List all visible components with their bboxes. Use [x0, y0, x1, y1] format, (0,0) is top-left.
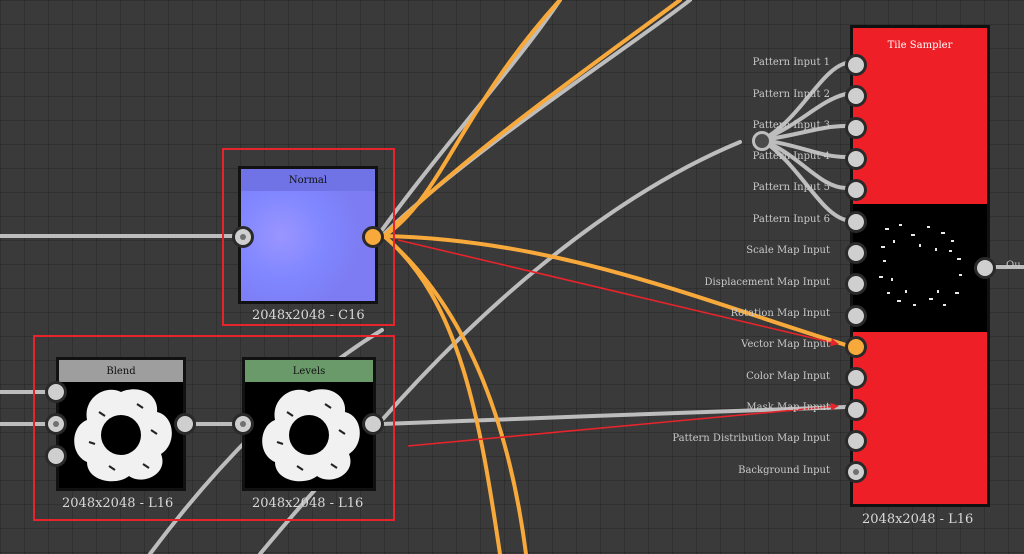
- wire-junction-dot[interactable]: [752, 131, 772, 151]
- pattern-preview: [262, 389, 360, 482]
- input-port-color-map[interactable]: [845, 367, 867, 389]
- input-port-pattern-1[interactable]: [845, 54, 867, 76]
- blend-node[interactable]: Blend: [56, 357, 186, 491]
- levels-input-port[interactable]: [232, 413, 254, 435]
- normal-node-title: Normal: [241, 169, 375, 191]
- blend-output-port[interactable]: [174, 413, 196, 435]
- blend-node-size: 2048x2048 - L16: [62, 496, 174, 511]
- input-port-pattern-distribution-map[interactable]: [845, 430, 867, 452]
- blend-node-title: Blend: [59, 360, 183, 382]
- tile-sampler-output-label: Ou: [1006, 260, 1021, 271]
- input-label-scale-map: Scale Map Input: [746, 245, 830, 256]
- input-label-displacement-map: Displacement Map Input: [704, 277, 831, 288]
- blend-pattern-thumbnail: [59, 382, 183, 488]
- levels-node[interactable]: Levels: [242, 357, 376, 491]
- wire-gray[interactable]: [380, 140, 742, 422]
- input-port-scale-map[interactable]: [845, 242, 867, 264]
- pattern-preview: [74, 389, 172, 482]
- blend-input-port-foreground[interactable]: [45, 381, 67, 403]
- input-label-pattern-6: Pattern Input 6: [752, 214, 830, 225]
- tile-sampler-output-port[interactable]: [974, 257, 996, 279]
- input-port-displacement-map[interactable]: [845, 273, 867, 295]
- blend-input-port-background[interactable]: [45, 413, 67, 435]
- input-label-pattern-distribution-map: Pattern Distribution Map Input: [672, 433, 830, 444]
- input-label-pattern-5: Pattern Input 5: [752, 182, 830, 193]
- normal-node[interactable]: Normal: [238, 166, 378, 304]
- levels-node-size: 2048x2048 - L16: [252, 496, 364, 511]
- input-label-rotation-map: Rotation Map Input: [730, 308, 830, 319]
- levels-pattern-thumbnail: [245, 382, 373, 488]
- input-label-pattern-2: Pattern Input 2: [752, 89, 830, 100]
- input-port-pattern-2[interactable]: [845, 85, 867, 107]
- tile-sampler-node-title: Tile Sampler: [853, 28, 987, 62]
- input-port-pattern-4[interactable]: [845, 148, 867, 170]
- input-port-vector-map[interactable]: [845, 336, 867, 358]
- normal-output-port[interactable]: [362, 226, 384, 248]
- input-label-mask-map: Mask Map Input: [746, 402, 830, 413]
- normal-map-thumbnail: [241, 191, 375, 301]
- tile-sampler-thumbnail: [853, 204, 987, 332]
- input-label-vector-map: Vector Map Input: [741, 339, 830, 350]
- levels-node-title: Levels: [245, 360, 373, 382]
- input-port-rotation-map[interactable]: [845, 305, 867, 327]
- input-label-color-map: Color Map Input: [746, 371, 830, 382]
- input-port-pattern-3[interactable]: [845, 117, 867, 139]
- normal-input-port[interactable]: [232, 226, 254, 248]
- input-label-pattern-4: Pattern Input 4: [752, 151, 830, 162]
- input-label-pattern-1: Pattern Input 1: [752, 57, 830, 68]
- tile-sampler-node[interactable]: Tile Sampler: [850, 25, 990, 507]
- input-port-pattern-5[interactable]: [845, 179, 867, 201]
- input-label-pattern-3: Pattern Input 3: [752, 120, 830, 131]
- levels-output-port[interactable]: [362, 413, 384, 435]
- input-port-background[interactable]: [845, 461, 867, 483]
- input-label-background: Background Input: [738, 465, 830, 476]
- tile-preview: [879, 224, 962, 306]
- input-port-pattern-6[interactable]: [845, 211, 867, 233]
- normal-node-size: 2048x2048 - C16: [252, 308, 365, 323]
- wire-orange[interactable]: [382, 234, 502, 554]
- tile-sampler-node-size: 2048x2048 - L16: [862, 512, 974, 527]
- input-port-mask-map[interactable]: [845, 399, 867, 421]
- blend-input-port-opacity[interactable]: [45, 445, 67, 467]
